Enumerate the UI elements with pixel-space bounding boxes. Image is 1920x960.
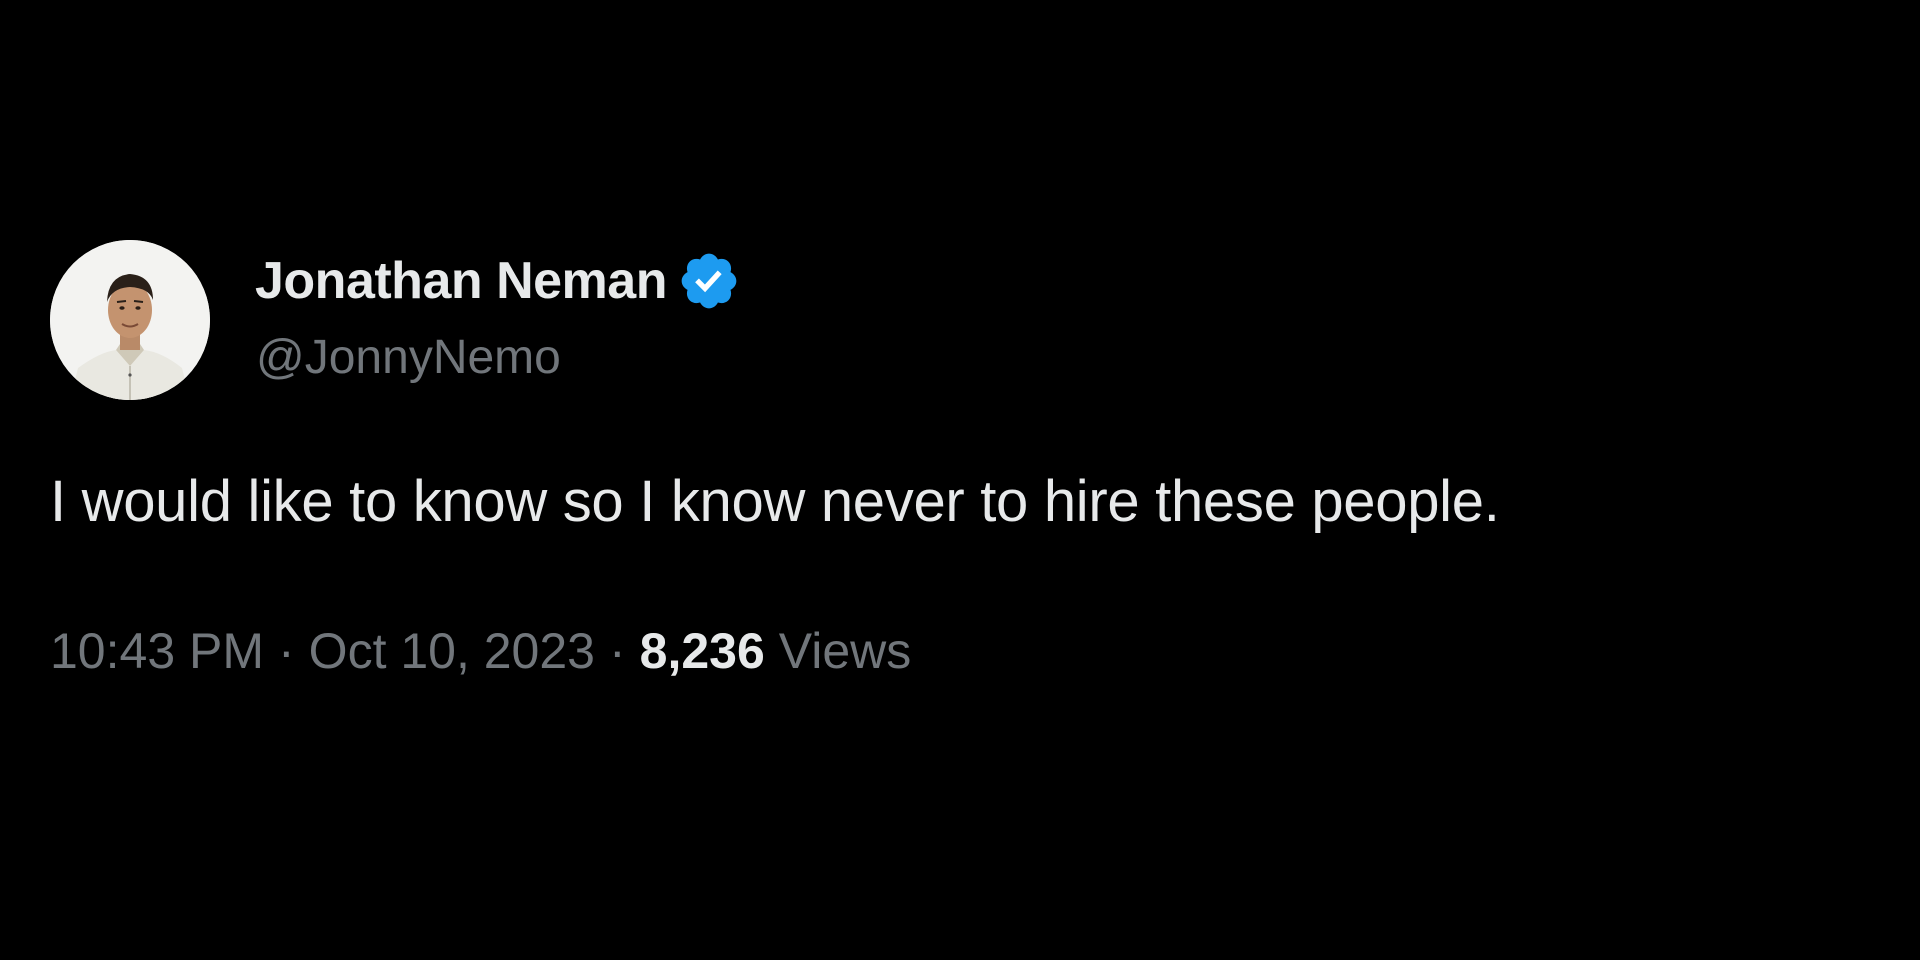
meta-separator: · <box>608 623 626 679</box>
views-label: Views <box>778 623 912 679</box>
meta-separator: · <box>278 623 295 679</box>
views-count[interactable]: 8,236 <box>640 622 765 680</box>
author-display-name[interactable]: Jonathan Neman <box>255 251 667 311</box>
tweet-time[interactable]: 10:43 PM <box>50 622 264 680</box>
tweet-meta: 10:43 PM · Oct 10, 2023 · 8,236 Views <box>50 622 911 680</box>
tweet-date[interactable]: Oct 10, 2023 <box>309 622 595 680</box>
author-handle[interactable]: @JonnyNemo <box>256 330 561 385</box>
author-name-row: Jonathan Neman <box>255 246 741 316</box>
tweet-card: Jonathan Neman @JonnyNemo I would like t… <box>0 0 1920 960</box>
avatar[interactable] <box>50 240 210 400</box>
tweet-text: I would like to know so I know never to … <box>50 469 1500 534</box>
verified-badge-icon[interactable] <box>677 249 741 313</box>
profile-photo <box>50 240 210 400</box>
